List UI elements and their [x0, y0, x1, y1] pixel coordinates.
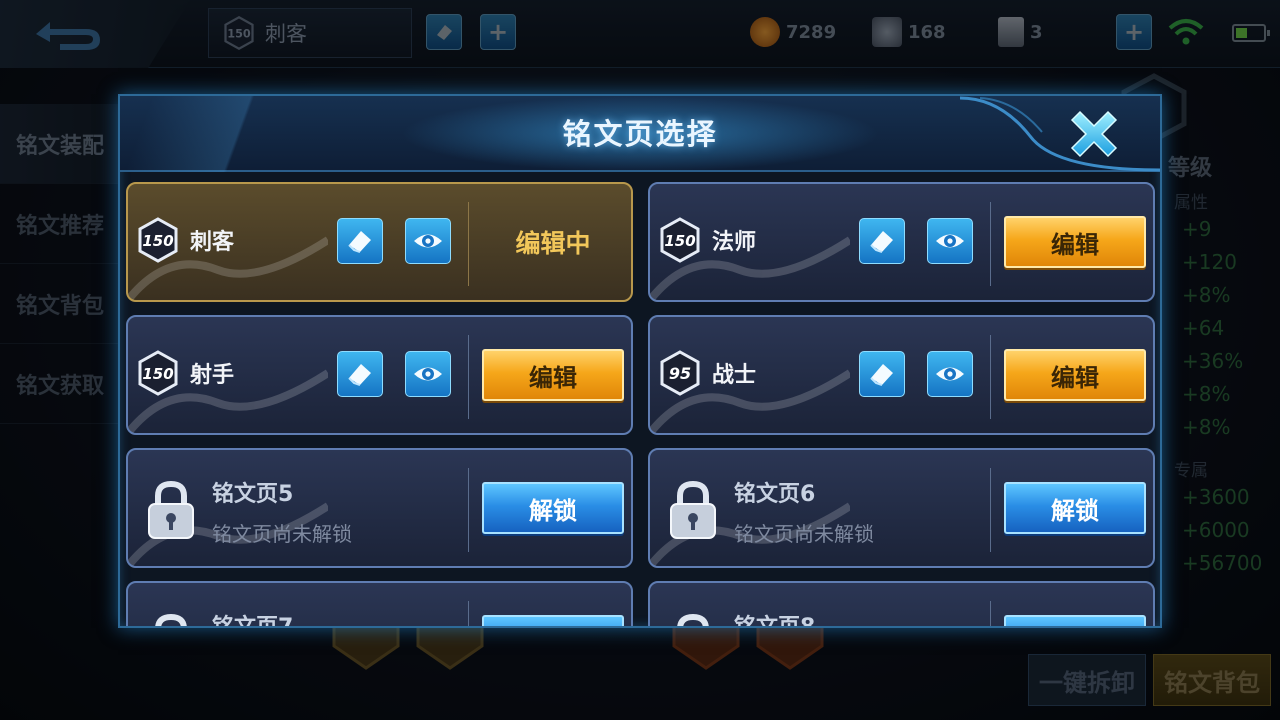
unlock-page-button[interactable] [1004, 615, 1146, 626]
rune-page-select-dialog: 铭文页选择 150 刺客 编辑中 150 法师 编辑 150 射手 编辑 95 … [118, 94, 1162, 628]
page-name: 铭文页5 [212, 482, 294, 507]
locked-description: 铭文页尚未解锁 [734, 522, 874, 546]
preview-page-button[interactable] [927, 351, 973, 397]
page-name: 法师 [712, 230, 757, 255]
rename-page-button[interactable] [859, 218, 905, 264]
unlock-page-button[interactable]: 解锁 [1004, 482, 1146, 534]
locked-page-card[interactable]: 铭文页5 铭文页尚未解锁 解锁 [126, 448, 633, 568]
eye-icon [936, 234, 964, 248]
lock-icon [670, 480, 716, 539]
preview-page-button[interactable] [927, 218, 973, 264]
level-badge-icon: 95 [660, 350, 700, 396]
locked-page-card[interactable]: 铭文页7 [126, 581, 633, 628]
rune-page-card[interactable]: 150 法师 编辑 [648, 182, 1155, 302]
rune-page-card[interactable]: 95 战士 编辑 [648, 315, 1155, 435]
rune-page-grid: 150 刺客 编辑中 150 法师 编辑 150 射手 编辑 95 战士 编辑 … [126, 182, 1156, 628]
svg-text:150: 150 [142, 232, 173, 250]
level-badge-icon: 150 [660, 217, 700, 263]
eye-icon [936, 367, 964, 381]
svg-text:95: 95 [669, 364, 691, 383]
close-icon[interactable] [1064, 104, 1124, 164]
unlock-page-button[interactable]: 解锁 [482, 482, 624, 534]
page-name: 刺客 [190, 230, 235, 255]
eye-icon [414, 234, 442, 248]
eraser-icon [348, 364, 371, 386]
dialog-title: 铭文页选择 [562, 117, 718, 151]
page-name: 铭文页6 [734, 482, 816, 507]
eye-icon [414, 367, 442, 381]
unlock-page-button[interactable] [482, 615, 624, 626]
preview-page-button[interactable] [405, 351, 451, 397]
locked-description: 铭文页尚未解锁 [212, 522, 352, 546]
game-screen: 150 刺客 + 7289 168 3 + 铭文装配 铭文推荐 铭文背包 铭文获… [0, 0, 1280, 720]
locked-page-card[interactable]: 铭文页6 铭文页尚未解锁 解锁 [648, 448, 1155, 568]
rename-page-button[interactable] [859, 351, 905, 397]
page-name: 铭文页8 [734, 615, 816, 628]
lock-icon [148, 480, 194, 539]
eraser-icon [870, 231, 893, 253]
locked-page-card[interactable]: 铭文页8 [648, 581, 1155, 628]
rename-page-button[interactable] [337, 351, 383, 397]
rename-page-button[interactable] [337, 218, 383, 264]
preview-page-button[interactable] [405, 218, 451, 264]
level-badge-icon: 150 [138, 350, 178, 396]
edit-page-button[interactable]: 编辑 [1004, 349, 1146, 401]
lock-icon [677, 613, 709, 626]
eraser-icon [348, 231, 371, 253]
edit-page-button[interactable]: 编辑 [482, 349, 624, 401]
page-name: 战士 [712, 363, 757, 388]
page-name: 射手 [190, 363, 235, 388]
editing-status: 编辑中 [515, 229, 591, 258]
eraser-icon [870, 364, 893, 386]
level-badge-icon: 150 [138, 217, 178, 263]
svg-text:150: 150 [664, 232, 695, 250]
dialog-header: 铭文页选择 [120, 96, 1160, 172]
rune-page-card[interactable]: 150 刺客 编辑中 [126, 182, 633, 302]
edit-page-button[interactable]: 编辑 [1004, 216, 1146, 268]
svg-text:150: 150 [142, 365, 173, 383]
page-name: 铭文页7 [212, 615, 294, 628]
rune-page-card[interactable]: 150 射手 编辑 [126, 315, 633, 435]
lock-icon [155, 613, 187, 626]
